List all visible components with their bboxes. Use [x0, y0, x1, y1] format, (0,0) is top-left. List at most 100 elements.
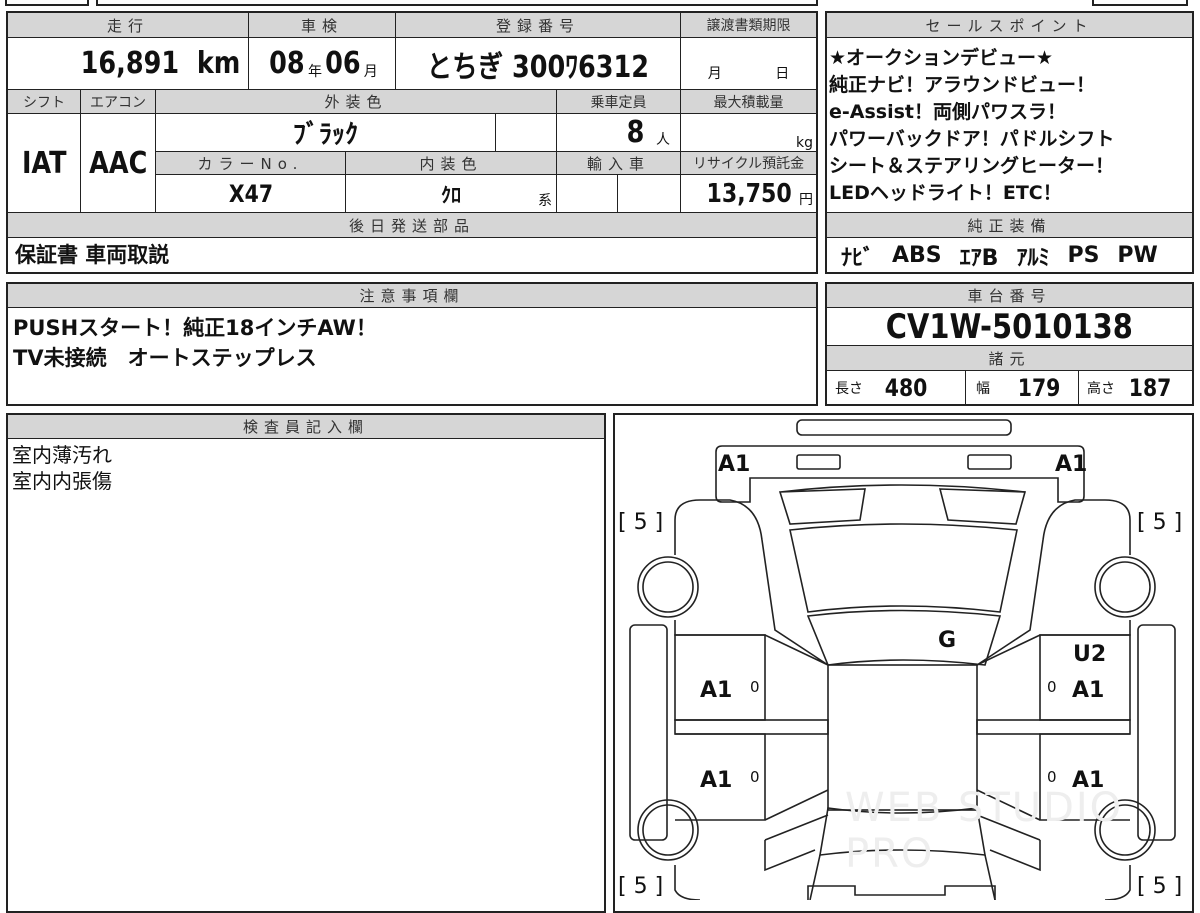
roof [806, 609, 1002, 666]
wheel-left-front [637, 799, 699, 861]
equipment-item: ｱﾙﾐ [1016, 245, 1050, 271]
mileage-value: 16,891 km [7, 37, 249, 90]
registration-header: 登録番号 [395, 12, 681, 38]
tire-left-front-label: [ 5 ] [618, 874, 664, 899]
note-line: TV未接続 オートステップレス [13, 346, 317, 370]
sales-point-line: 純正ナビ！アラウンドビュー！ [829, 74, 1096, 96]
transfer-deadline-header: 譲渡書類期限 [680, 12, 817, 38]
wheel-right-rear [1094, 556, 1156, 618]
chassis-value: CV1W-5010138 [826, 307, 1193, 346]
max-load-header: 最大積載量 [680, 89, 817, 114]
length-label: 長さ [835, 381, 863, 397]
watermark: WEB STUDIO PRO [845, 785, 1124, 877]
tire-left-rear-label: [ 5 ] [618, 510, 664, 535]
shift-value: IAT [7, 113, 81, 213]
chassis-number: CV1W-5010138 [885, 307, 1134, 346]
ac: AAC [88, 145, 148, 181]
sales-point-line: パワーバックドア！パドルシフト [829, 128, 1115, 150]
interior-color-value: ｸﾛ 系 [345, 174, 557, 213]
damage-left-front-door: A1 [700, 768, 733, 793]
right-sill [976, 719, 1131, 735]
exterior-color-extra [495, 113, 557, 152]
capacity: 8 [626, 115, 645, 150]
damage-rear-left: A1 [718, 452, 751, 477]
note-line: PUSHスタート！純正18インチAW！ [13, 316, 377, 340]
notes-header: 注意事項欄 [7, 283, 817, 308]
height-value: 187 [1128, 374, 1172, 402]
sales-points-header: セールスポイント [826, 12, 1193, 38]
mileage-unit: km [196, 46, 241, 81]
sales-point-line: ★オークションデビュー★ [829, 47, 1054, 69]
recycle-value: 13,750 円 [680, 174, 817, 213]
exterior-color: ﾌﾞﾗｯｸ [155, 113, 496, 152]
equipment-item: ｴｱB [959, 245, 999, 271]
width-cell: 幅 179 [965, 370, 1079, 406]
year-unit: 年 [308, 63, 322, 80]
front-bumper [807, 885, 996, 900]
recycle-unit: 円 [799, 191, 813, 208]
later-parts-header: 後日発送部品 [7, 212, 817, 238]
damage-rear-right: A1 [1055, 452, 1088, 477]
import-header: 輸入車 [556, 151, 681, 175]
interior-color-suffix: 系 [538, 193, 552, 209]
capacity-header: 乗車定員 [556, 89, 681, 114]
equipment-item: PW [1117, 243, 1158, 268]
shift: IAT [21, 145, 67, 181]
length-cell: 長さ 480 [826, 370, 966, 406]
equipment-item: ﾅﾋﾞ [841, 245, 875, 271]
color-no-value: X47 [155, 174, 346, 213]
rear-spoiler-shape [796, 419, 1012, 436]
deadline-day-label: 日 [775, 66, 790, 82]
ac-value: AAC [80, 113, 156, 213]
damage-right-quarter: U2 [1073, 642, 1107, 667]
inspection-header: 車検 [248, 12, 396, 38]
inspector-line: 室内薄汚れ [12, 443, 112, 467]
step-mark: 0 [1047, 678, 1057, 696]
sales-point-line: シート＆ステアリングヒーター！ [829, 155, 1115, 177]
import-value-1 [556, 174, 618, 213]
deadline-month-label: 月 [707, 66, 722, 82]
damage-left-rear-door: A1 [700, 678, 733, 703]
month-unit: 月 [363, 63, 378, 80]
ac-header: エアコン [80, 89, 156, 114]
interior-color: ｸﾛ [441, 183, 461, 207]
width-label: 幅 [976, 381, 990, 397]
height-cell: 高さ 187 [1078, 370, 1193, 406]
top-strip-cell [5, 0, 89, 6]
length-value: 480 [884, 374, 928, 402]
rear-reflector-left [796, 454, 841, 470]
spec-header: 諸元 [826, 345, 1193, 371]
tail-light-right [938, 488, 1027, 525]
inspection-value: 08 年 06 月 [248, 37, 396, 90]
equipment-list: ﾅﾋﾞ ABS ｴｱB ｱﾙﾐ PS PW [826, 237, 1193, 274]
inspector-notes: 室内薄汚れ 室内内張傷 [12, 442, 112, 494]
equipment-item: PS [1067, 243, 1100, 268]
capacity-unit: 人 [656, 131, 670, 148]
top-strip-cells [96, 0, 818, 6]
left-sill [674, 719, 829, 735]
exterior-color-header: 外装色 [155, 89, 557, 114]
tire-right-front-label: [ 5 ] [1137, 874, 1183, 899]
color-no: X47 [228, 179, 273, 208]
mileage-header: 走行 [7, 12, 249, 38]
inspector-header: 検査員記入欄 [7, 414, 605, 439]
equipment-header: 純正装備 [826, 212, 1193, 238]
notes-text: PUSHスタート！純正18インチAW！ TV未接続 オートステップレス [13, 313, 377, 373]
tire-right-rear-label: [ 5 ] [1137, 510, 1183, 535]
rear-bumper-shape [715, 445, 1085, 503]
inspection-month: 06 [325, 46, 361, 81]
body-right [976, 499, 1131, 666]
capacity-value: 8 人 [556, 113, 681, 152]
max-load-value: kg [680, 113, 817, 152]
max-load-unit: kg [796, 135, 813, 151]
width-value: 179 [1017, 374, 1061, 402]
damage-right-rear-door: A1 [1072, 678, 1105, 703]
damage-roof: G [938, 628, 957, 653]
step-mark: 0 [1047, 768, 1057, 786]
recycle-header: リサイクル預託金 [680, 151, 817, 175]
top-strip-cell [1092, 0, 1188, 6]
step-mark: 0 [750, 678, 760, 696]
sales-point-line: e-Assist！両側パワスラ！ [829, 101, 1066, 123]
rear-window [789, 523, 1018, 613]
sales-point-line: LEDヘッドライト！ETC！ [829, 182, 1062, 204]
